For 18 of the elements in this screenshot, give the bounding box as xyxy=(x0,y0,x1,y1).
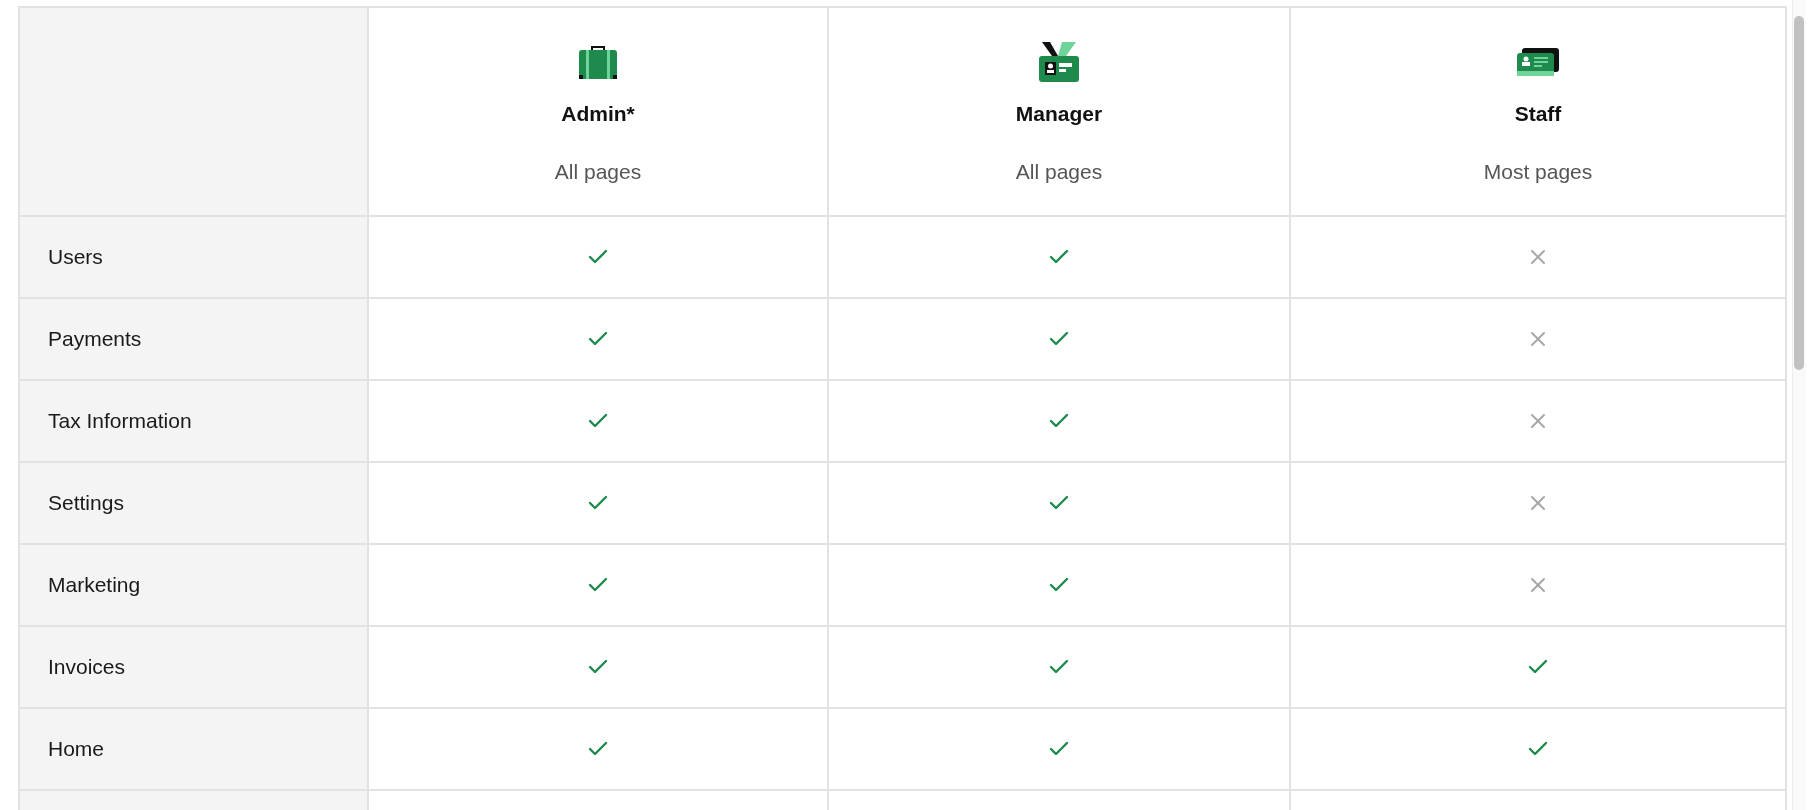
role-scope: All pages xyxy=(1015,160,1103,184)
role-name: Staff xyxy=(1514,102,1562,126)
permission-label: Tax Information xyxy=(48,409,192,433)
scrollbar[interactable] xyxy=(1792,0,1806,810)
permission-label: Invoices xyxy=(48,655,126,679)
permission-label: Payments xyxy=(48,327,142,351)
role-name: Admin* xyxy=(561,102,635,126)
id-card-icon xyxy=(1516,47,1560,77)
permission-label: Users xyxy=(48,245,103,269)
permission-label: Marketing xyxy=(48,573,141,597)
scrollbar-thumb[interactable] xyxy=(1794,16,1804,370)
role-scope: All pages xyxy=(554,160,642,184)
briefcase-icon xyxy=(578,44,618,80)
id-badge-icon xyxy=(1038,41,1080,83)
permission-label: Settings xyxy=(48,491,124,515)
permission-label: Home xyxy=(48,737,105,761)
role-scope: Most pages xyxy=(1483,160,1593,184)
role-name: Manager xyxy=(1015,102,1103,126)
